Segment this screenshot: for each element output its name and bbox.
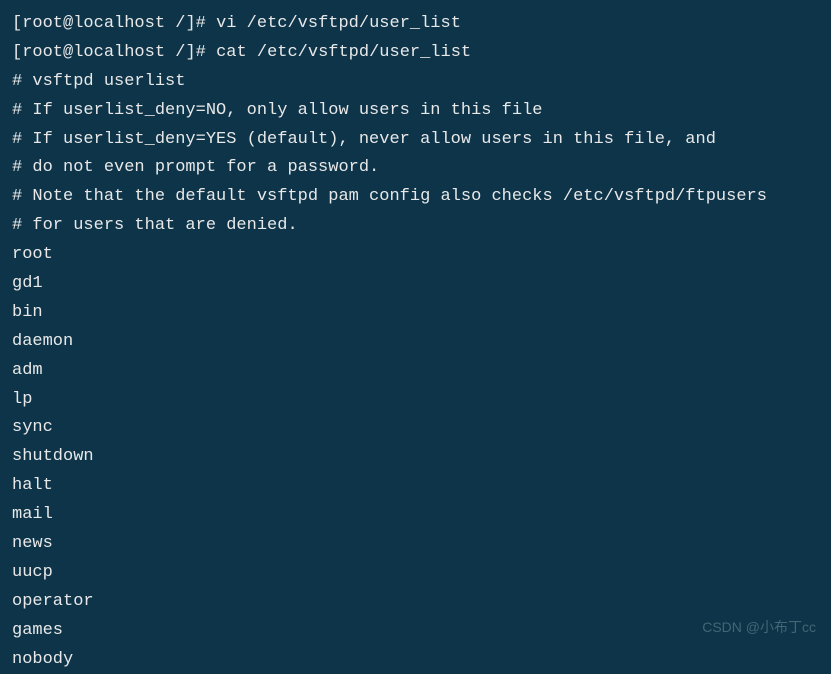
file-comment: # If userlist_deny=NO, only allow users … (12, 97, 819, 126)
prompt-open-bracket: [ (12, 14, 22, 33)
user-entry: root (12, 241, 819, 270)
user-entry: mail (12, 501, 819, 530)
prompt-host: localhost (73, 14, 165, 33)
user-entry: sync (12, 414, 819, 443)
prompt-path: / (175, 14, 185, 33)
user-entry: nobody (12, 646, 819, 674)
command-text: cat /etc/vsftpd/user_list (216, 43, 471, 62)
file-comment: # If userlist_deny=YES (default), never … (12, 126, 819, 155)
terminal-output: [root@localhost /]# vi /etc/vsftpd/user_… (12, 10, 819, 674)
watermark-text: CSDN @小布丁cc (702, 616, 816, 640)
command-text: vi /etc/vsftpd/user_list (216, 14, 461, 33)
user-entry: news (12, 530, 819, 559)
user-entry: games (12, 617, 819, 646)
prompt-host: localhost (73, 43, 165, 62)
prompt-path: / (175, 43, 185, 62)
prompt-at: @ (63, 43, 73, 62)
user-entry: lp (12, 386, 819, 415)
file-comment: # for users that are denied. (12, 212, 819, 241)
file-comment: # vsftpd userlist (12, 68, 819, 97)
user-entry: operator (12, 588, 819, 617)
user-entry: adm (12, 357, 819, 386)
command-line-2: [root@localhost /]# cat /etc/vsftpd/user… (12, 39, 819, 68)
command-line-1: [root@localhost /]# vi /etc/vsftpd/user_… (12, 10, 819, 39)
prompt-symbol: # (196, 14, 206, 33)
user-entry: halt (12, 472, 819, 501)
file-comment: # Note that the default vsftpd pam confi… (12, 183, 819, 212)
prompt-user: root (22, 14, 63, 33)
user-entry: daemon (12, 328, 819, 357)
user-entry: shutdown (12, 443, 819, 472)
prompt-close-bracket: ] (185, 43, 195, 62)
prompt-symbol: # (196, 43, 206, 62)
file-comment: # do not even prompt for a password. (12, 154, 819, 183)
prompt-open-bracket: [ (12, 43, 22, 62)
prompt-close-bracket: ] (185, 14, 195, 33)
user-entry: gd1 (12, 270, 819, 299)
prompt-user: root (22, 43, 63, 62)
user-entry: bin (12, 299, 819, 328)
user-entry: uucp (12, 559, 819, 588)
prompt-at: @ (63, 14, 73, 33)
